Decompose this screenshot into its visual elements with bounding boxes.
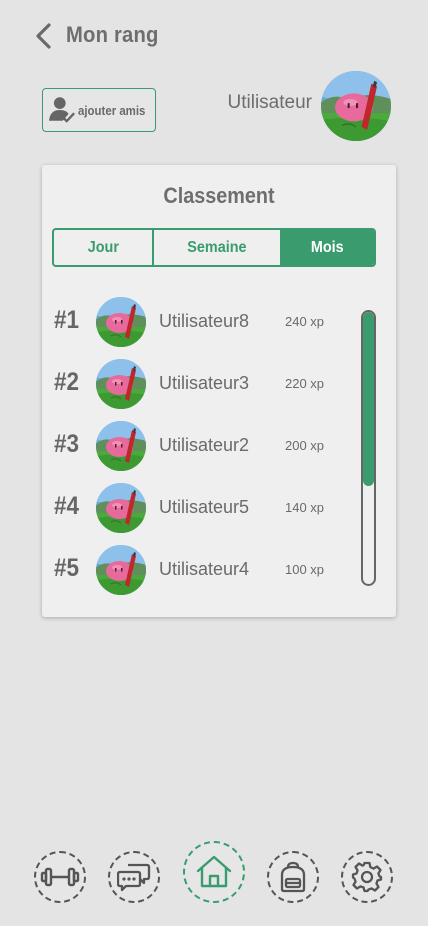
rank-xp: 240 xp — [285, 314, 325, 329]
current-user-name: Utilisateur — [227, 92, 312, 113]
rank-row[interactable]: #4 Utilisateur5 140 xp — [42, 479, 352, 541]
chat-icon — [117, 863, 151, 892]
nav-chat-button[interactable] — [108, 851, 160, 903]
rank-number: #4 — [54, 492, 80, 520]
rank-xp: 200 xp — [285, 438, 325, 453]
avatar — [96, 545, 146, 595]
add-friends-button[interactable]: ajouter amis — [42, 88, 156, 132]
rank-number: #1 — [54, 306, 80, 334]
rank-row[interactable]: #3 Utilisateur2 200 xp — [42, 417, 352, 479]
home-icon — [196, 855, 232, 888]
avatar — [96, 359, 146, 409]
page-title: Mon rang — [66, 22, 159, 47]
add-friends-label: ajouter amis — [78, 102, 146, 118]
nav-workout-button[interactable] — [34, 851, 86, 903]
avatar — [96, 483, 146, 533]
rank-row[interactable]: #1 Utilisateur8 240 xp — [42, 293, 352, 355]
current-user-avatar[interactable] — [321, 71, 391, 141]
rank-xp: 100 xp — [285, 562, 325, 577]
rank-xp: 220 xp — [285, 376, 325, 391]
backpack-icon — [280, 861, 306, 893]
rank-username: Utilisateur5 — [159, 497, 250, 517]
avatar — [96, 421, 146, 471]
rank-list: #1 Utilisateur8 240 xp #2 Utilisateur3 2… — [42, 293, 352, 603]
nav-home-button[interactable] — [183, 841, 245, 903]
avatar — [96, 297, 146, 347]
rank-number: #5 — [54, 554, 80, 582]
header: Mon rang — [0, 0, 428, 70]
rank-username: Utilisateur4 — [159, 559, 250, 579]
rank-username: Utilisateur2 — [159, 435, 250, 455]
back-button[interactable] — [30, 20, 58, 52]
chevron-left-icon — [36, 23, 51, 49]
leaderboard-card: Classement Jour Semaine Mois #1 Utilisat… — [42, 165, 396, 617]
rank-row[interactable]: #5 Utilisateur4 100 xp — [42, 541, 352, 603]
rank-xp: 140 xp — [285, 500, 325, 515]
period-tabs: Jour Semaine Mois — [52, 228, 376, 267]
nav-settings-button[interactable] — [341, 851, 393, 903]
scroll-thumb[interactable] — [363, 312, 374, 486]
gear-icon — [351, 861, 383, 893]
rank-username: Utilisateur8 — [159, 311, 250, 331]
nav-inventory-button[interactable] — [267, 851, 319, 903]
leaderboard-title: Classement — [163, 183, 275, 208]
add-user-icon — [49, 97, 75, 123]
scrollbar[interactable] — [361, 310, 376, 586]
tab-jour[interactable]: Jour — [54, 230, 154, 265]
rank-number: #3 — [54, 430, 80, 458]
rank-username: Utilisateur3 — [159, 373, 250, 393]
tab-mois[interactable]: Mois — [280, 230, 374, 265]
rank-number: #2 — [54, 368, 80, 396]
tab-semaine[interactable]: Semaine — [154, 230, 280, 265]
dumbbell-icon — [40, 867, 80, 887]
rank-row[interactable]: #2 Utilisateur3 220 xp — [42, 355, 352, 417]
